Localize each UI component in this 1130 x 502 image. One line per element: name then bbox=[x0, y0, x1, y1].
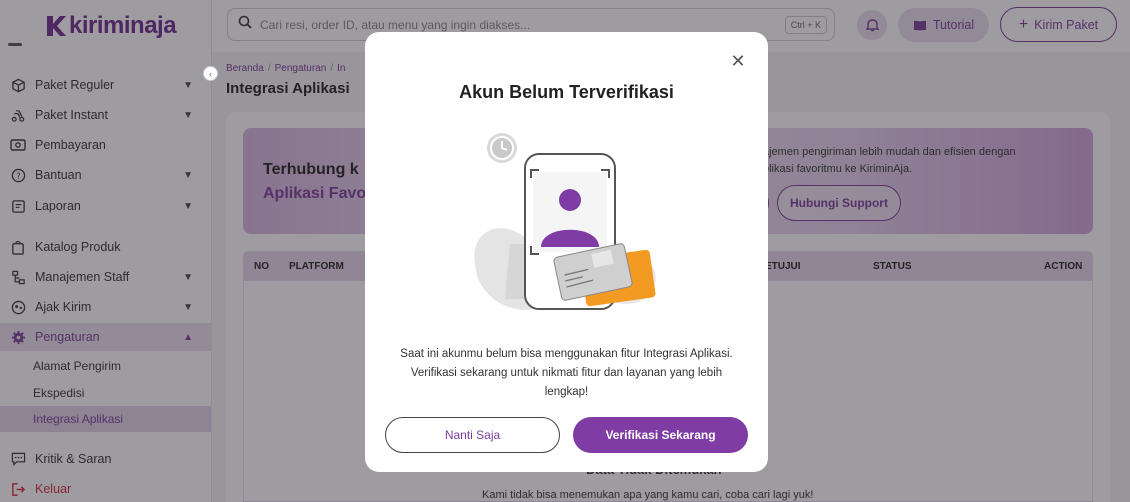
nanti-saja-button[interactable]: Nanti Saja bbox=[385, 417, 560, 453]
verifikasi-sekarang-button[interactable]: Verifikasi Sekarang bbox=[573, 417, 748, 453]
close-icon[interactable]: ✕ bbox=[729, 52, 747, 70]
modal-title: Akun Belum Terverifikasi bbox=[459, 82, 674, 102]
account-verification-illustration bbox=[474, 133, 656, 310]
collapse-sidebar-button[interactable]: ‹ bbox=[203, 66, 218, 81]
verification-modal: ✕ Akun Belum Terverifikasi Saat ini akun… bbox=[365, 32, 768, 472]
modal-message: Saat ini akunmu belum bisa menggunakan f… bbox=[400, 348, 733, 398]
